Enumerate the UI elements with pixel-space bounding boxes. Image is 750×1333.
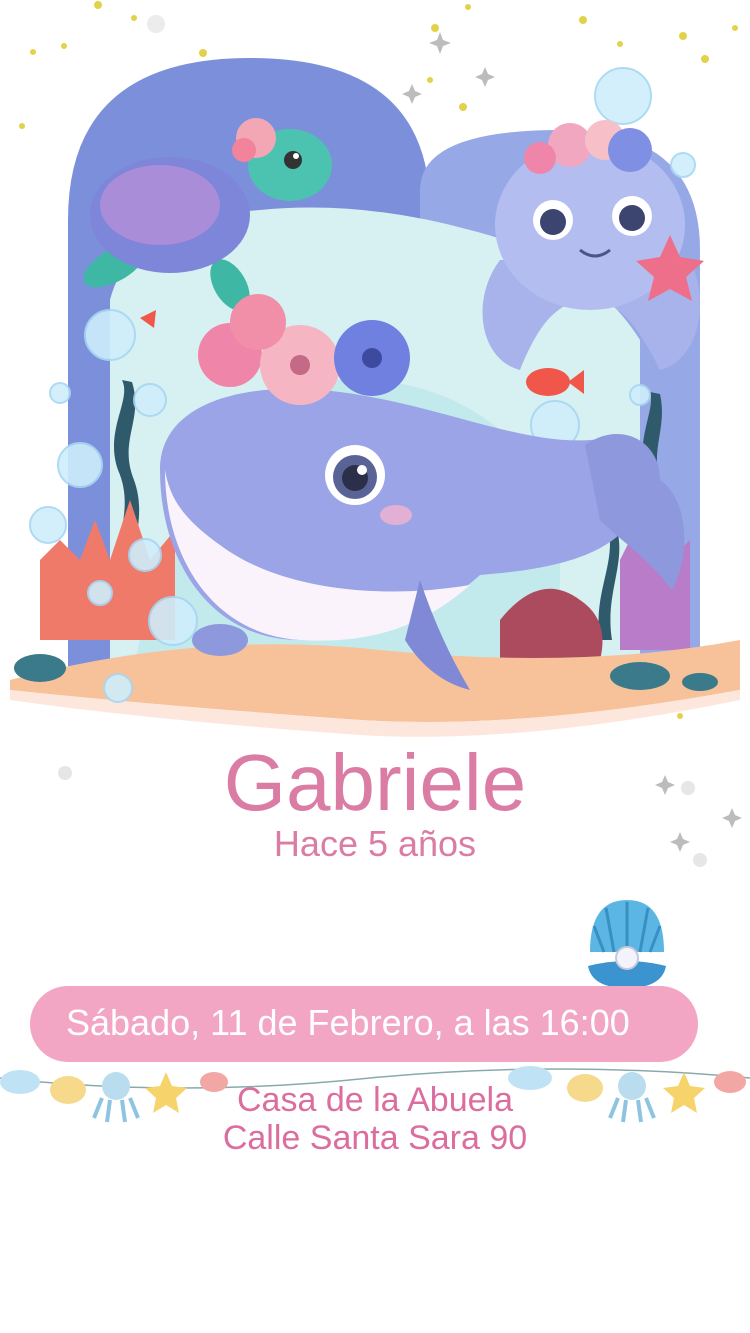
sparkles [402, 32, 495, 104]
pearl-shell-icon [588, 900, 666, 988]
venue-name: Casa de la Abuela [237, 1081, 513, 1119]
sparkle-decor [58, 766, 742, 867]
date-text: Sábado, 11 de Febrero, a las 16:00 [66, 1002, 630, 1043]
venue-address: Calle Santa Sara 90 [222, 1119, 528, 1157]
date-banner: Sábado, 11 de Febrero, a las 16:00 [30, 986, 698, 1062]
hero-illustration [10, 1, 740, 737]
